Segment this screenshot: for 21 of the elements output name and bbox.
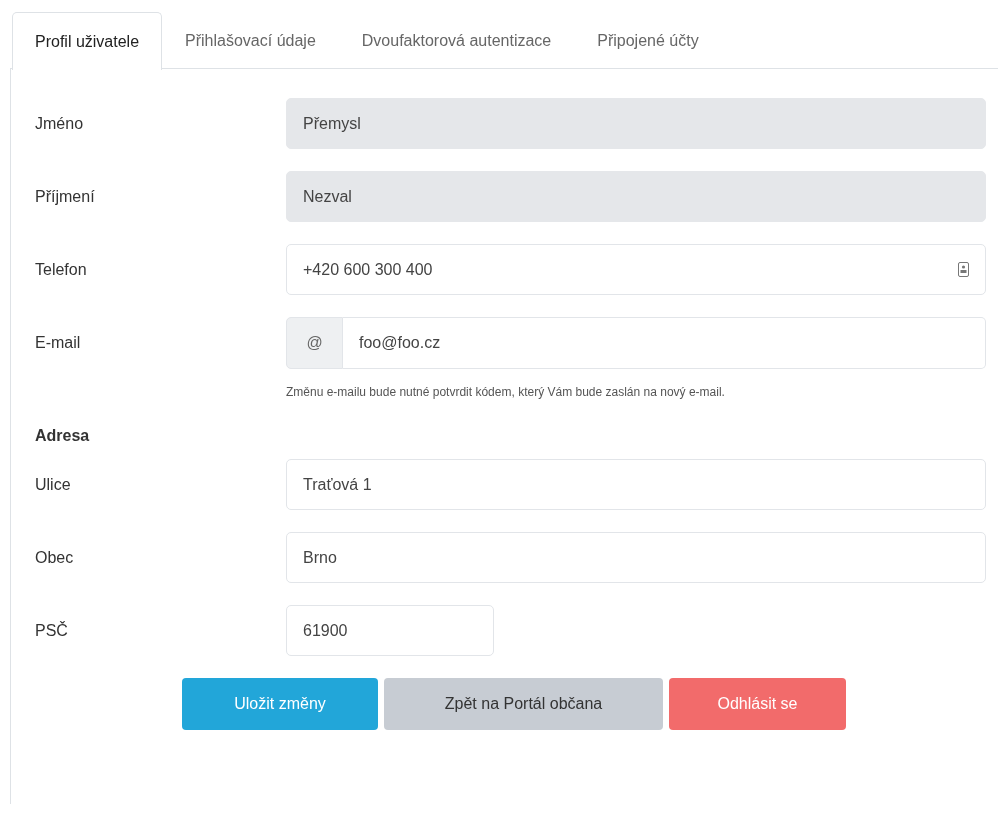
field-label: Ulice: [35, 475, 72, 494]
tab[interactable]: Dvoufaktorová autentizace: [338, 12, 575, 69]
email-field[interactable]: foo@foo.cz: [343, 317, 986, 369]
contact-card-icon: [958, 262, 969, 277]
back-button[interactable]: Zpět na Portál občana: [384, 678, 663, 730]
tab[interactable]: Profil uživatele: [12, 12, 163, 70]
field-label: PSČ: [35, 621, 69, 640]
section-heading: Adresa: [35, 427, 90, 445]
input-field[interactable]: 61900: [286, 605, 494, 656]
tab[interactable]: Připojené účty: [574, 12, 722, 69]
input-field[interactable]: Brno: [286, 532, 986, 583]
field-label: Jméno: [35, 114, 85, 133]
tab[interactable]: Přihlašovací údaje: [162, 12, 339, 69]
field-label: Příjmení: [35, 187, 96, 206]
field-label: Obec: [35, 548, 75, 567]
phone-field[interactable]: +420 600 300 400: [286, 244, 986, 295]
at-sign-addon: @: [286, 317, 343, 369]
field-label: E-mail: [35, 334, 82, 352]
help-text: Změnu e-mailu bude nutné potvrdit kódem, který Vám bude zaslán na nový e-mail.: [286, 385, 725, 399]
input-field[interactable]: Traťová 1: [286, 459, 986, 510]
field-label: Telefon: [35, 260, 88, 279]
